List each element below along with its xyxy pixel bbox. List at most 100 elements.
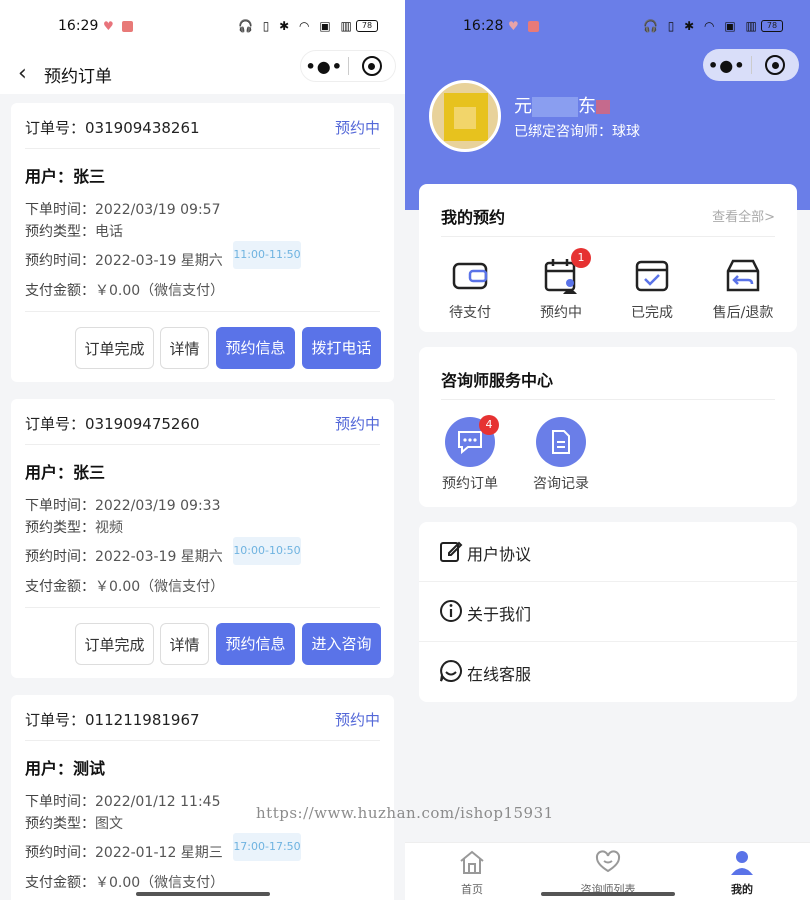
tab-label: 我的 xyxy=(731,883,753,896)
back-icon[interactable]: ‹ xyxy=(18,61,27,86)
item-label: 售后/退款 xyxy=(712,305,774,321)
heart-icon: ♥ xyxy=(508,19,519,33)
status-bar: 16:28 ♥ 🎧 ▯ ✱ ◠ ▣ ▥ 78 xyxy=(405,0,810,52)
more-icon[interactable]: •●• xyxy=(301,57,348,76)
order-user: 用户：张三 xyxy=(25,463,106,482)
item-label: 预约中 xyxy=(540,305,582,321)
avatar[interactable] xyxy=(429,80,501,152)
bound-counselor: 已绑定咨询师：球球 xyxy=(514,124,640,140)
menu-item-online-support[interactable]: 在线客服 xyxy=(419,642,797,702)
my-appointments-card: 我的预约 查看全部> 待支付 1 预约中 已完成 售后/退款 xyxy=(419,184,797,332)
enter-consult-button[interactable]: 进入咨询 xyxy=(302,623,381,665)
order-pay-amount: 支付金额：￥0.00（微信支付） xyxy=(25,579,225,595)
consult-records-item[interactable]: 咨询记录 xyxy=(516,417,606,493)
order-number: 订单号：031909438261 xyxy=(25,119,200,137)
home-indicator xyxy=(136,892,270,896)
appt-info-button[interactable]: 预约信息 xyxy=(216,623,295,665)
order-number: 订单号：011211981967 xyxy=(25,711,200,729)
calendar-user-icon: 1 xyxy=(541,248,591,296)
order-type: 预约类型：电话 xyxy=(25,224,123,240)
time-slot-badge: 17:00-17:50 xyxy=(233,833,301,861)
details-button[interactable]: 详情 xyxy=(160,623,209,665)
complete-order-button[interactable]: 订单完成 xyxy=(75,623,154,665)
watermark-text: https://www.huzhan.com/ishop15931 xyxy=(256,804,554,822)
order-card: 订单号：011211981967 预约中 用户：测试 下单时间：2022/01/… xyxy=(11,695,394,900)
person-icon xyxy=(728,851,756,879)
tab-home[interactable]: 首页 xyxy=(422,849,522,897)
chat-icon: 4 xyxy=(445,415,499,467)
order-header: 订单号：031909475260 预约中 xyxy=(25,399,380,445)
divider xyxy=(441,399,775,400)
info-icon xyxy=(439,599,463,623)
menu-label: 用户协议 xyxy=(467,545,532,564)
time-slot-badge: 11:00-11:50 xyxy=(233,241,301,269)
status-time: 16:29 xyxy=(58,18,99,34)
in-progress-item[interactable]: 1 预约中 xyxy=(516,248,606,322)
completed-item[interactable]: 已完成 xyxy=(607,256,697,322)
order-appt-time: 预约时间：2022-03-19 星期六 xyxy=(25,549,223,565)
close-target-icon[interactable] xyxy=(751,55,799,75)
menu-label: 在线客服 xyxy=(467,665,532,684)
wallet-icon xyxy=(450,256,490,296)
heart-chat-icon xyxy=(594,850,622,879)
home-icon xyxy=(458,850,486,879)
order-number: 订单号：031909475260 xyxy=(25,415,200,433)
order-card: 订单号：031909438261 预约中 用户：张三 下单时间：2022/03/… xyxy=(11,103,394,382)
section-title: 我的预约 xyxy=(441,208,506,227)
call-button[interactable]: 拨打电话 xyxy=(302,327,381,369)
nav-bar: ‹ 预约订单 •●• xyxy=(0,50,405,94)
orders-screen: 16:29 ♥ 🎧 ▯ ✱ ◠ ▣ ▥ 78 ‹ 预约订单 •●• 订单号：03… xyxy=(0,0,405,900)
profile-screen: 16:28 ♥ 🎧 ▯ ✱ ◠ ▣ ▥ 78 •●• 元东 已绑定咨询师：球球 … xyxy=(405,0,810,900)
notification-badge: 1 xyxy=(571,248,591,268)
appt-info-button[interactable]: 预约信息 xyxy=(216,327,295,369)
tab-counselor-list[interactable]: 咨询师列表 xyxy=(558,849,658,897)
order-pay-amount: 支付金额：￥0.00（微信支付） xyxy=(25,875,225,891)
order-header: 订单号：011211981967 预约中 xyxy=(25,695,380,741)
refund-box-icon xyxy=(723,256,763,296)
divider xyxy=(25,311,380,312)
status-bar: 16:29 ♥ 🎧 ▯ ✱ ◠ ▣ ▥ 78 xyxy=(0,0,405,52)
home-indicator xyxy=(541,892,675,896)
document-icon xyxy=(536,417,586,467)
mini-program-capsule: •●• xyxy=(300,50,396,82)
menu-label: 关于我们 xyxy=(467,605,532,624)
system-icons: 🎧 ▯ ✱ ◠ ▣ ▥ xyxy=(643,19,760,33)
order-created-time: 下单时间：2022/03/19 09:33 xyxy=(25,498,221,514)
order-created-time: 下单时间：2022/03/19 09:57 xyxy=(25,202,221,218)
menu-item-about-us[interactable]: 关于我们 xyxy=(419,582,797,642)
item-label: 咨询记录 xyxy=(533,476,589,492)
details-button[interactable]: 详情 xyxy=(160,327,209,369)
service-center-card: 咨询师服务中心 4 预约订单 咨询记录 xyxy=(419,347,797,507)
order-user: 用户：张三 xyxy=(25,167,106,186)
item-label: 预约订单 xyxy=(442,476,498,492)
order-status: 预约中 xyxy=(334,415,380,433)
tab-mine[interactable]: 我的 xyxy=(692,849,792,897)
battery-icon: 78 xyxy=(761,20,783,32)
edit-icon xyxy=(439,539,463,563)
booking-orders-item[interactable]: 4 预约订单 xyxy=(425,415,515,493)
pending-payment-item[interactable]: 待支付 xyxy=(425,256,515,322)
order-header: 订单号：031909438261 预约中 xyxy=(25,103,380,149)
order-appt-time: 预约时间：2022-03-19 星期六 xyxy=(25,253,223,269)
calendar-check-icon xyxy=(632,256,672,296)
section-title: 咨询师服务中心 xyxy=(441,371,554,390)
heart-icon: ♥ xyxy=(103,19,114,33)
view-all-link[interactable]: 查看全部> xyxy=(712,206,775,225)
order-status: 预约中 xyxy=(334,119,380,137)
menu-item-user-agreement[interactable]: 用户协议 xyxy=(419,522,797,582)
menu-list: 用户协议 关于我们 在线客服 xyxy=(419,522,797,702)
battery-icon: 78 xyxy=(356,20,378,32)
close-target-icon[interactable] xyxy=(348,56,395,76)
more-icon[interactable]: •●• xyxy=(703,56,751,75)
order-card: 订单号：031909475260 预约中 用户：张三 下单时间：2022/03/… xyxy=(11,399,394,678)
order-type: 预约类型：视频 xyxy=(25,520,123,536)
mini-program-capsule: •●• xyxy=(703,49,799,81)
user-name: 元东 xyxy=(514,92,610,118)
order-user: 用户：测试 xyxy=(25,759,106,778)
profile-header: 16:28 ♥ 🎧 ▯ ✱ ◠ ▣ ▥ 78 •●• 元东 已绑定咨询师：球球 xyxy=(405,0,810,210)
refund-item[interactable]: 售后/退款 xyxy=(698,256,788,322)
complete-order-button[interactable]: 订单完成 xyxy=(75,327,154,369)
app-notification-icon xyxy=(528,21,539,32)
page-title: 预约订单 xyxy=(44,67,112,87)
order-created-time: 下单时间：2022/01/12 11:45 xyxy=(25,794,221,810)
